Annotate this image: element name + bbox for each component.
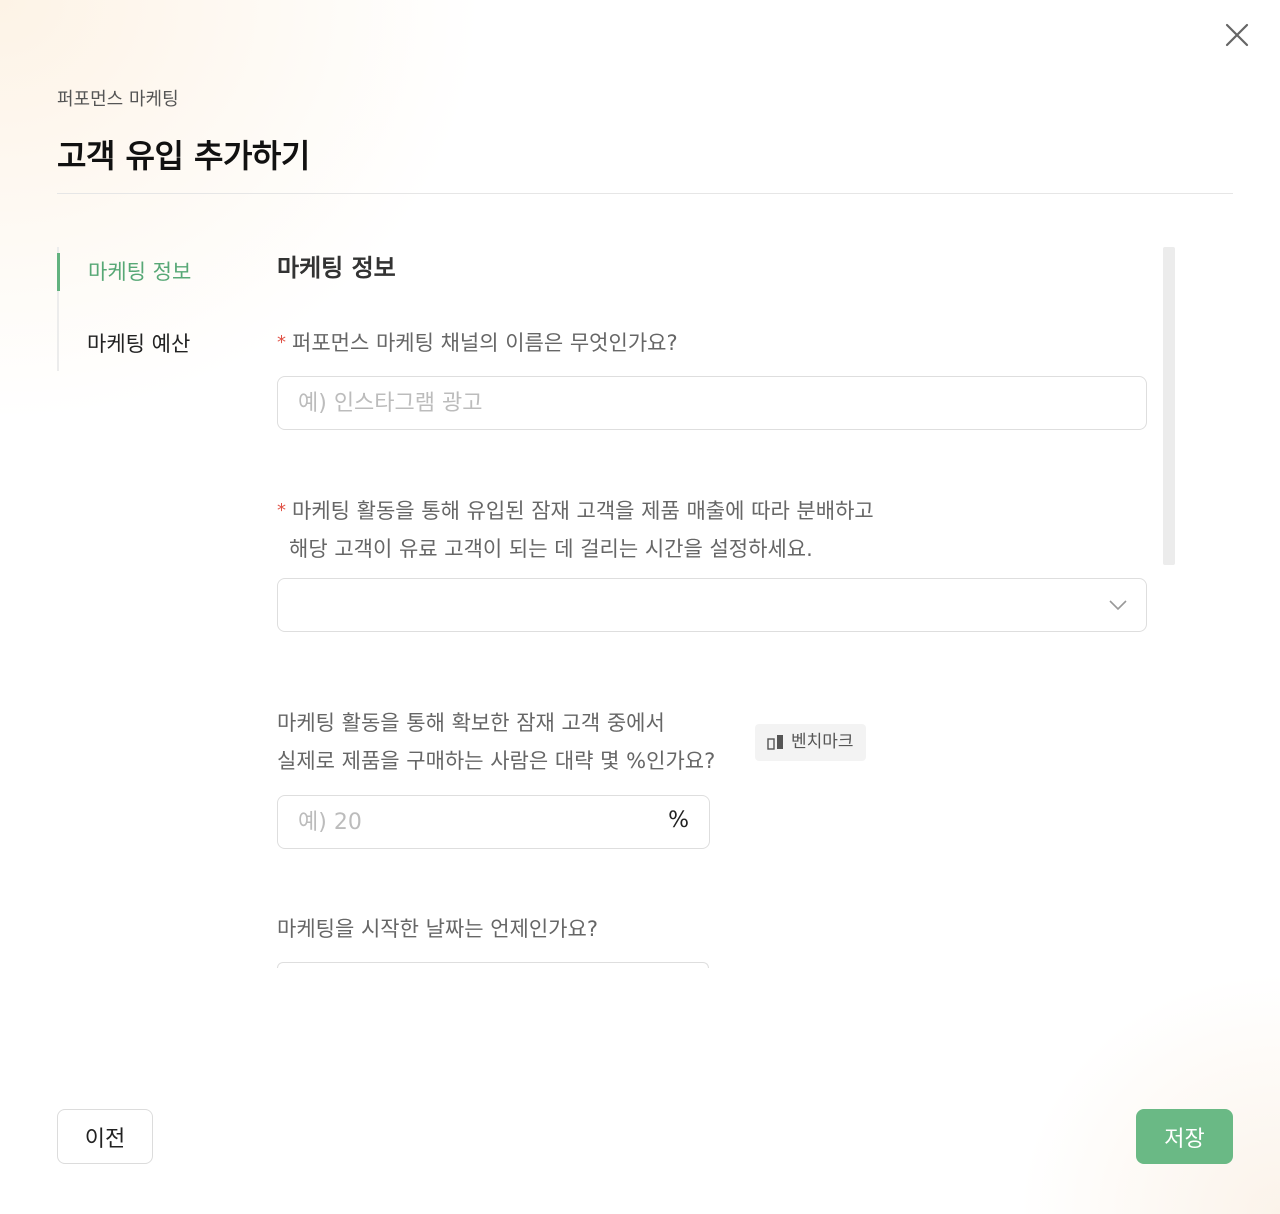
header-divider — [57, 193, 1233, 194]
page-title: 고객 유입 추가하기 — [57, 137, 310, 175]
chevron-down-icon — [1109, 600, 1127, 611]
scrollbar[interactable] — [1163, 247, 1175, 565]
start-date-field[interactable] — [277, 962, 709, 968]
channel-name-label: 퍼포먼스 마케팅 채널의 이름은 무엇인가요? — [292, 331, 678, 355]
nav-item-marketing-budget[interactable]: 마케팅 예산 — [57, 325, 190, 363]
prev-button[interactable]: 이전 — [57, 1109, 153, 1164]
benchmark-label: 벤치마크 — [791, 732, 854, 752]
breadcrumb: 퍼포먼스 마케팅 — [57, 89, 179, 110]
section-title: 마케팅 정보 — [277, 254, 396, 282]
conversion-time-label-line2: 해당 고객이 유료 고객이 되는 데 걸리는 시간을 설정하세요. — [289, 537, 813, 561]
purchase-rate-field: % — [277, 795, 710, 849]
purchase-rate-label-line2: 실제로 제품을 구매하는 사람은 대략 몇 %인가요? — [277, 749, 716, 773]
bar-chart-icon — [767, 735, 783, 750]
close-button[interactable] — [1222, 20, 1252, 50]
channel-name-field — [277, 376, 1147, 430]
purchase-rate-question: 마케팅 활동을 통해 확보한 잠재 고객 중에서 실제로 제품을 구매하는 사람… — [277, 704, 715, 780]
purchase-rate-label-line1: 마케팅 활동을 통해 확보한 잠재 고객 중에서 — [277, 711, 665, 735]
nav-item-marketing-info[interactable]: 마케팅 정보 — [57, 253, 191, 291]
benchmark-button[interactable]: 벤치마크 — [755, 724, 866, 761]
required-mark: * — [277, 500, 286, 521]
purchase-rate-input[interactable] — [278, 796, 709, 848]
conversion-time-question: * 마케팅 활동을 통해 유입된 잠재 고객을 제품 매출에 따라 분배하고 해당… — [277, 492, 874, 568]
conversion-time-label-line1: 마케팅 활동을 통해 유입된 잠재 고객을 제품 매출에 따라 분배하고 — [292, 499, 874, 523]
percent-unit: % — [668, 808, 689, 833]
side-nav: 마케팅 정보 마케팅 예산 — [57, 247, 239, 371]
start-date-question: 마케팅을 시작한 날짜는 언제인가요? — [277, 917, 598, 941]
close-icon — [1225, 23, 1249, 47]
required-mark: * — [277, 332, 286, 353]
modal-header: 퍼포먼스 마케팅 고객 유입 추가하기 — [57, 85, 1233, 177]
channel-name-input[interactable] — [278, 377, 1146, 429]
conversion-time-select[interactable] — [277, 578, 1147, 632]
channel-name-question: * 퍼포먼스 마케팅 채널의 이름은 무엇인가요? — [277, 324, 678, 362]
save-button[interactable]: 저장 — [1136, 1109, 1233, 1164]
